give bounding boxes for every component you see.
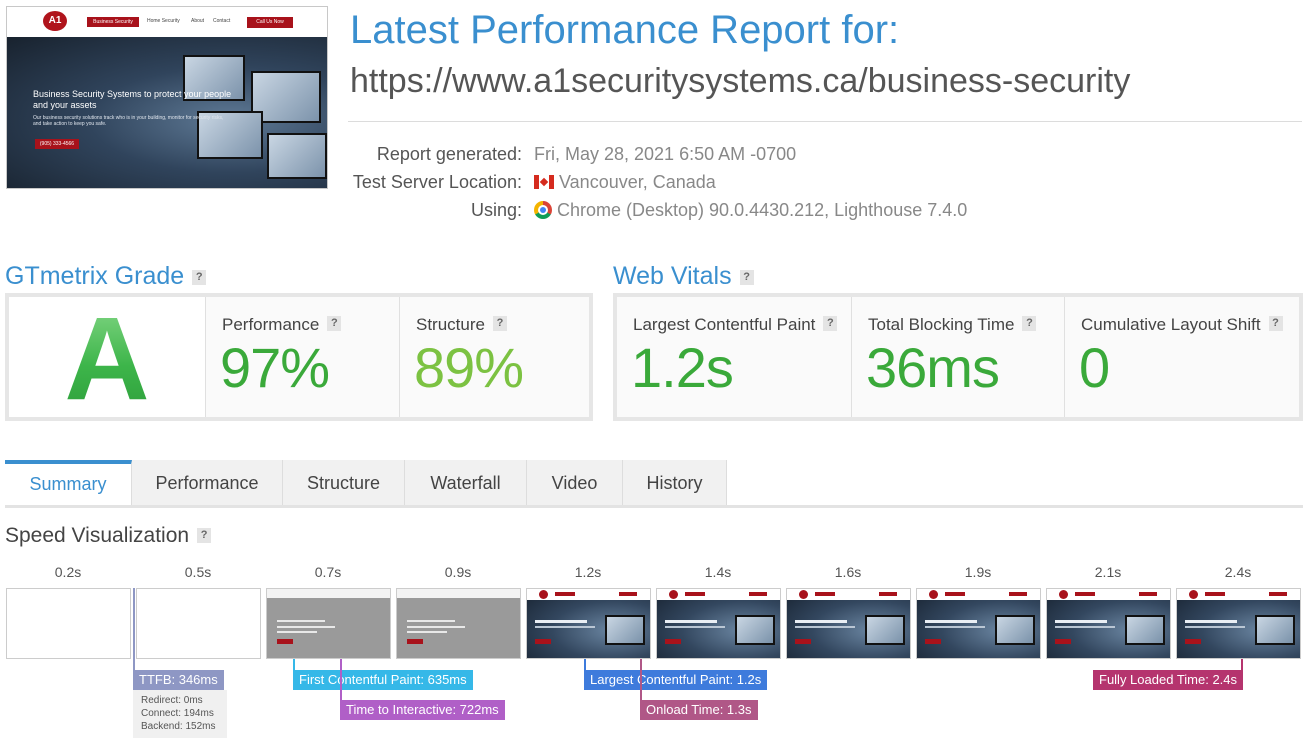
report-title: Latest Performance Report for:: [350, 8, 900, 52]
performance-score: 97%: [220, 336, 330, 399]
grade-cell: A: [9, 293, 205, 425]
filmstrip-tick: 2.4s: [1224, 564, 1252, 580]
web-vitals-heading: Web Vitals?: [613, 262, 754, 291]
filmstrip-frame[interactable]: [1046, 588, 1171, 659]
location-text: Vancouver, Canada: [559, 172, 716, 192]
help-icon[interactable]: ?: [197, 528, 212, 543]
help-icon[interactable]: ?: [1268, 316, 1283, 331]
web-vitals-title: Web Vitals: [613, 262, 732, 290]
gtmetrix-grade-box: A Performance? 97% Structure? 89%: [5, 293, 593, 425]
web-vitals-box: Largest Contentful Paint? 1.2s Total Blo…: [613, 293, 1303, 421]
report-generated-value: Fri, May 28, 2021 6:50 AM -0700: [534, 144, 797, 164]
thumbnail-nav-item: Contact: [213, 18, 231, 24]
tab-structure[interactable]: Structure: [283, 460, 405, 506]
performance-cell: Performance? 97%: [206, 297, 399, 417]
gtmetrix-grade-heading: GTmetrix Grade?: [5, 262, 207, 291]
thumbnail-logo: A1: [43, 11, 67, 31]
structure-cell: Structure? 89%: [400, 297, 589, 417]
tab-performance[interactable]: Performance: [132, 460, 283, 506]
filmstrip-frame[interactable]: [916, 588, 1041, 659]
filmstrip-tick: 1.2s: [574, 564, 602, 580]
thumbnail-nav-item: About: [191, 18, 205, 24]
tbt-cell: Total Blocking Time? 36ms: [852, 297, 1064, 417]
report-tabs: Summary Performance Structure Waterfall …: [5, 460, 1303, 508]
tab-waterfall[interactable]: Waterfall: [405, 460, 527, 506]
lcp-label: Largest Contentful Paint?: [633, 315, 838, 335]
filmstrip-frame[interactable]: [786, 588, 911, 659]
ttfb-line: [133, 588, 135, 670]
speed-visualization-title: Speed Visualization: [5, 524, 190, 547]
thumbnail-nav: A1 Business Security Home Security About…: [7, 7, 327, 37]
filmstrip-tick: 2.1s: [1094, 564, 1122, 580]
lcp-cell: Largest Contentful Paint? 1.2s: [617, 297, 851, 417]
gtmetrix-grade-title: GTmetrix Grade: [5, 262, 185, 290]
filmstrip-tick: 1.9s: [964, 564, 992, 580]
filmstrip-frame[interactable]: [656, 588, 781, 659]
filmstrip-frame[interactable]: [396, 588, 521, 659]
using-value: Chrome (Desktop) 90.0.4430.212, Lighthou…: [534, 200, 967, 221]
help-icon[interactable]: ?: [492, 316, 507, 331]
using-label: Using:: [470, 200, 522, 220]
tab-video[interactable]: Video: [527, 460, 623, 506]
thumbnail-nav-item: Business Security: [87, 17, 139, 27]
help-icon[interactable]: ?: [823, 316, 838, 331]
cls-cell: Cumulative Layout Shift? 0: [1065, 297, 1299, 417]
tab-history[interactable]: History: [623, 460, 727, 506]
filmstrip-frame[interactable]: [6, 588, 131, 659]
ttfb-backend: Backend: 152ms: [141, 721, 216, 732]
filmstrip-tick: 0.9s: [444, 564, 472, 580]
tbt-value: 36ms: [866, 336, 1000, 399]
ttfb-marker: TTFB: 346ms: [133, 670, 224, 690]
filmstrip-tick: 0.5s: [184, 564, 212, 580]
thumbnail-hero-heading: Business Security Systems to protect you…: [33, 89, 232, 110]
speed-visualization-heading: Speed Visualization?: [5, 524, 212, 548]
filmstrip-tick: 0.2s: [54, 564, 82, 580]
grade-letter: A: [9, 291, 205, 427]
help-icon[interactable]: ?: [1022, 316, 1037, 331]
thumbnail-call-button: Call Us Now: [247, 17, 293, 28]
fully-loaded-marker: Fully Loaded Time: 2.4s: [1093, 670, 1244, 690]
filmstrip-tick: 1.4s: [704, 564, 732, 580]
lcp-marker: Largest Contentful Paint: 1.2s: [584, 670, 768, 690]
ttfb-details: Redirect: 0ms Connect: 194ms Backend: 15…: [133, 690, 227, 738]
ttfb-redirect: Redirect: 0ms: [141, 695, 203, 706]
help-icon[interactable]: ?: [192, 270, 207, 285]
location-label: Test Server Location:: [352, 172, 522, 192]
help-icon[interactable]: ?: [327, 316, 342, 331]
thumbnail-phone-button: (905) 333-4566: [35, 139, 79, 149]
thumbnail-nav-item: Home Security: [147, 18, 180, 24]
chrome-icon: [534, 201, 552, 219]
fcp-marker: First Contentful Paint: 635ms: [293, 670, 473, 690]
page-screenshot-thumbnail: A1 Business Security Home Security About…: [6, 6, 328, 189]
canada-flag-icon: [534, 175, 554, 189]
report-generated-label: Report generated:: [376, 144, 522, 164]
onload-marker: Onload Time: 1.3s: [640, 700, 758, 720]
report-url[interactable]: https://www.a1securitysystems.ca/busines…: [350, 62, 1130, 101]
thumbnail-hero-text: Our business security solutions track wh…: [33, 115, 224, 127]
cls-value: 0: [1079, 336, 1110, 399]
filmstrip-frame[interactable]: [1176, 588, 1301, 659]
filmstrip-frame[interactable]: [266, 588, 391, 659]
structure-label: Structure?: [416, 315, 507, 335]
structure-score: 89%: [414, 336, 524, 399]
tab-summary[interactable]: Summary: [5, 460, 132, 506]
tab-underline: [5, 505, 1303, 508]
location-value: Vancouver, Canada: [534, 172, 716, 193]
help-icon[interactable]: ?: [739, 270, 754, 285]
ttfb-connect: Connect: 194ms: [141, 708, 214, 719]
performance-label: Performance?: [222, 315, 342, 335]
using-text: Chrome (Desktop) 90.0.4430.212, Lighthou…: [557, 200, 968, 220]
tbt-label: Total Blocking Time?: [868, 315, 1037, 335]
thumbnail-monitor: [267, 133, 327, 179]
thumbnail-hero: [7, 37, 327, 188]
filmstrip-frame[interactable]: [136, 588, 261, 659]
cls-label: Cumulative Layout Shift?: [1081, 315, 1283, 335]
header-divider: [348, 121, 1302, 122]
lcp-value: 1.2s: [631, 336, 734, 399]
filmstrip-frame[interactable]: [526, 588, 651, 659]
filmstrip-tick: 1.6s: [834, 564, 862, 580]
tti-marker: Time to Interactive: 722ms: [340, 700, 505, 720]
filmstrip-tick: 0.7s: [314, 564, 342, 580]
